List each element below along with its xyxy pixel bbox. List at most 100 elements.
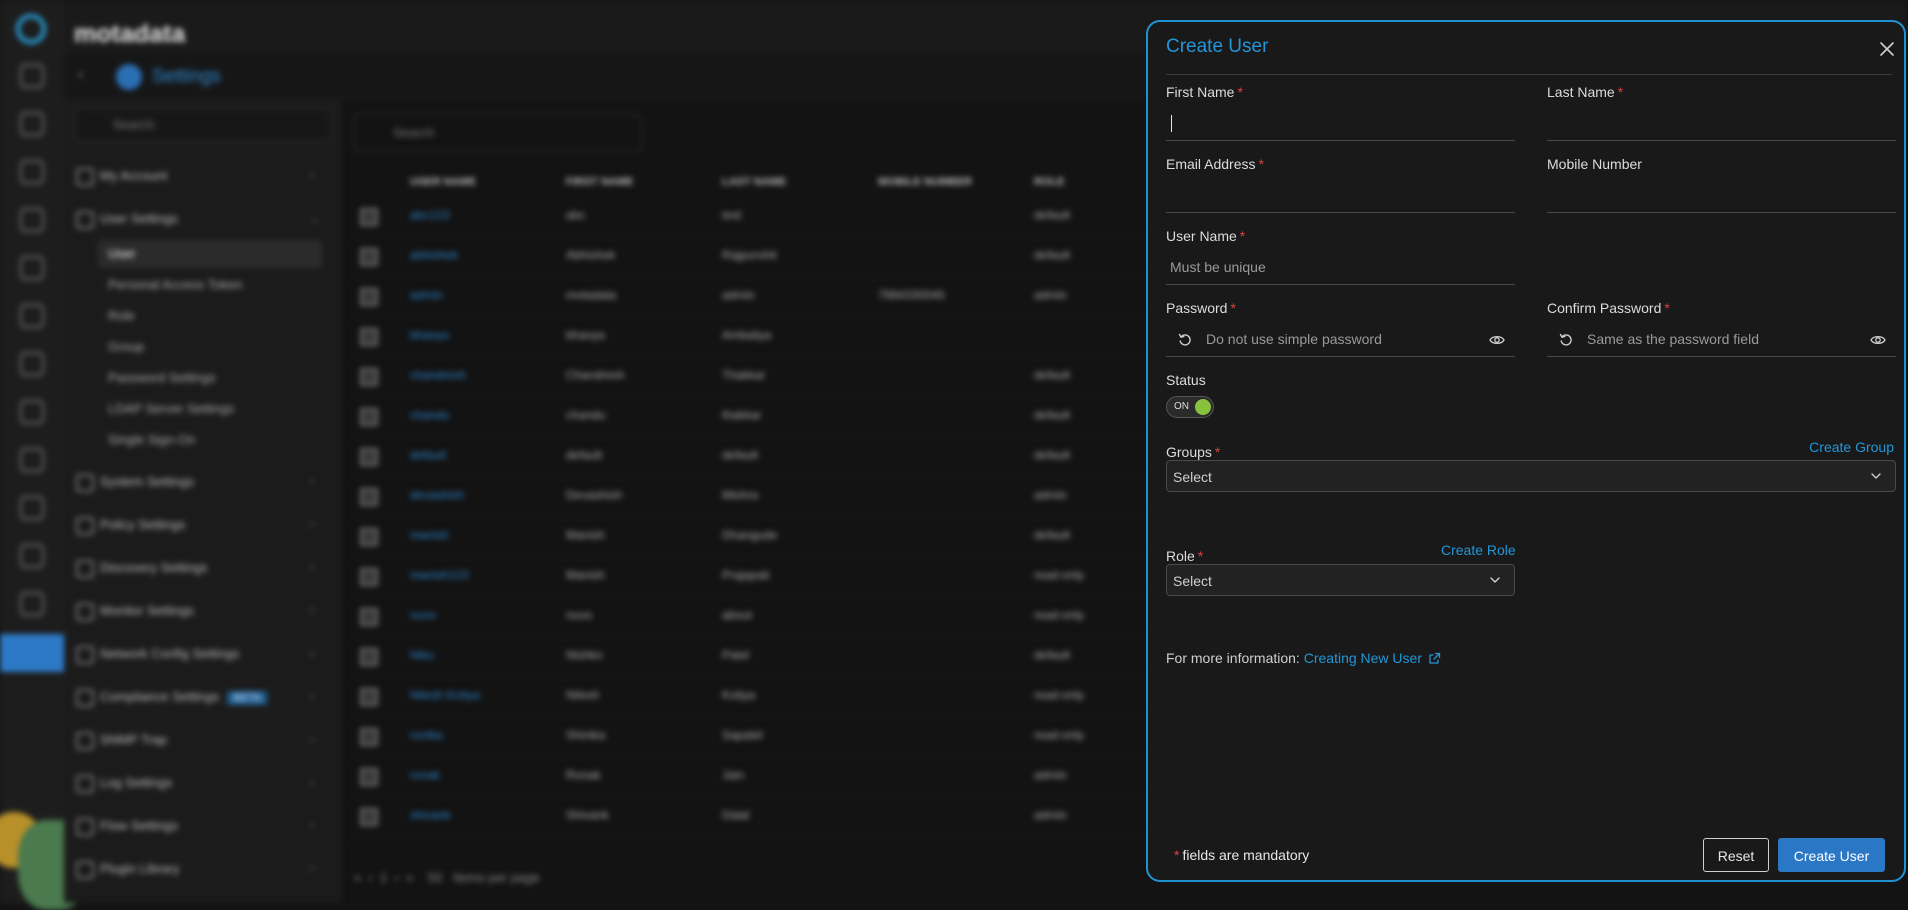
table-row[interactable]: devashish Devashish Mishra admin <box>354 476 1154 517</box>
row-checkbox[interactable] <box>360 728 378 746</box>
column-header[interactable]: MOBILE NUMBER <box>878 176 972 188</box>
table-cell[interactable]: shivank <box>410 808 451 822</box>
mobile-field[interactable] <box>1547 178 1896 213</box>
row-checkbox[interactable] <box>360 448 378 466</box>
flow-icon[interactable] <box>20 448 44 472</box>
table-row[interactable]: manish Manish Dhangude default <box>354 516 1154 557</box>
sidebar-item-flow-settings[interactable]: Flow Settings <box>100 818 178 833</box>
table-cell[interactable]: chandu <box>410 408 449 422</box>
email-input[interactable] <box>1166 178 1515 212</box>
table-row[interactable]: Nilesh Kotiya Nilesh Kotiya read-only <box>354 676 1154 717</box>
document-icon[interactable] <box>20 592 44 616</box>
creating-new-user-link[interactable]: Creating New User <box>1304 650 1441 666</box>
table-row[interactable]: default default default default <box>354 436 1154 477</box>
sidebar-item-user-settings[interactable]: User Settings <box>100 211 178 226</box>
report-icon[interactable] <box>20 256 44 280</box>
table-row[interactable]: abc123 abc test default <box>354 196 1154 237</box>
automation-icon[interactable] <box>20 496 44 520</box>
sidebar-subitem-sso[interactable]: Single Sign-On <box>108 432 195 447</box>
dashboard-icon[interactable] <box>20 64 44 88</box>
row-checkbox[interactable] <box>360 808 378 826</box>
row-checkbox[interactable] <box>360 768 378 786</box>
row-checkbox[interactable] <box>360 568 378 586</box>
row-checkbox[interactable] <box>360 528 378 546</box>
create-group-link[interactable]: Create Group <box>1809 439 1894 455</box>
last-name-field[interactable] <box>1547 106 1896 141</box>
table-cell[interactable]: manish <box>410 528 449 542</box>
table-cell[interactable]: nuvo <box>410 608 436 622</box>
close-icon[interactable] <box>1876 38 1898 60</box>
sidebar-item-discovery-settings[interactable]: Discovery Settings <box>100 560 208 575</box>
sidebar-subitem-role[interactable]: Role <box>108 308 135 323</box>
sidebar-subitem-group[interactable]: Group <box>108 339 144 354</box>
email-field[interactable] <box>1166 178 1515 213</box>
reset-button[interactable]: Reset <box>1703 838 1769 872</box>
table-row[interactable]: shivank Shivank Dalal admin <box>354 796 1154 837</box>
per-page-select[interactable]: 50 <box>428 870 442 885</box>
password-field[interactable] <box>1166 322 1515 357</box>
table-row[interactable]: abhishek Abhishek Rajpurohit default <box>354 236 1154 277</box>
table-cell[interactable]: ronika <box>410 728 443 742</box>
sidebar-item-log-settings[interactable]: Log Settings <box>100 775 172 790</box>
role-select[interactable]: Select <box>1166 564 1515 596</box>
hierarchy-icon[interactable] <box>20 400 44 424</box>
sidebar-item-network-config[interactable]: Network Config Settings <box>100 646 239 661</box>
metrics-icon[interactable] <box>20 160 44 184</box>
topology-icon[interactable] <box>20 208 44 232</box>
sidebar-item-plugin-library[interactable]: Plugin Library <box>100 861 180 876</box>
sidebar-subitem-password-settings[interactable]: Password Settings <box>108 370 216 385</box>
table-row[interactable]: admin motadata admin 7984330045 admin <box>354 276 1154 317</box>
row-checkbox[interactable] <box>360 368 378 386</box>
network-icon[interactable] <box>20 304 44 328</box>
username-field[interactable] <box>1166 250 1515 285</box>
sidebar-subitem-access-token[interactable]: Personal Access Token <box>108 277 242 292</box>
sidebar-subitem-ldap[interactable]: LDAP Server Settings <box>108 401 234 416</box>
table-cell[interactable]: admin <box>410 288 443 302</box>
create-user-button[interactable]: Create User <box>1778 838 1885 872</box>
first-name-input[interactable] <box>1166 106 1515 140</box>
table-row[interactable]: Niku Nishko Patel default <box>354 636 1154 677</box>
create-role-link[interactable]: Create Role <box>1441 542 1516 558</box>
sidebar-item-system-settings[interactable]: System Settings <box>100 474 194 489</box>
sidebar-search-input[interactable]: Search <box>74 108 332 142</box>
sidebar-item-policy-settings[interactable]: Policy Settings <box>100 517 185 532</box>
column-header[interactable]: LAST NAME <box>722 176 786 188</box>
table-cell[interactable]: devashish <box>410 488 464 502</box>
table-row[interactable]: chandresh Chandresh Thakkar default <box>354 356 1154 397</box>
table-row[interactable]: manish123 Manish Prajapati read-only <box>354 556 1154 597</box>
sidebar-item-snmp-trap[interactable]: SNMP Trap <box>100 732 167 747</box>
first-name-field[interactable] <box>1166 106 1515 141</box>
sidebar-item-monitor-settings[interactable]: Monitor Settings <box>100 603 194 618</box>
show-password-icon[interactable] <box>1489 333 1505 347</box>
table-row[interactable]: nuvo nuvo about read-only <box>354 596 1154 637</box>
confirm-password-field[interactable] <box>1547 322 1896 357</box>
row-checkbox[interactable] <box>360 488 378 506</box>
row-checkbox[interactable] <box>360 208 378 226</box>
settings-rail-item[interactable] <box>0 634 64 672</box>
password-input[interactable] <box>1166 322 1515 356</box>
sidebar-subitem-user[interactable]: User <box>108 246 135 261</box>
row-checkbox[interactable] <box>360 608 378 626</box>
row-checkbox[interactable] <box>360 328 378 346</box>
table-cell[interactable]: chandresh <box>410 368 466 382</box>
table-cell[interactable]: Nilesh Kotiya <box>410 688 480 702</box>
table-cell[interactable]: default <box>410 448 446 462</box>
table-cell[interactable]: Niku <box>410 648 434 662</box>
row-checkbox[interactable] <box>360 248 378 266</box>
reset-icon[interactable] <box>1178 333 1192 347</box>
column-header[interactable]: ROLE <box>1034 176 1065 188</box>
table-cell[interactable]: bhavya <box>410 328 449 342</box>
page-number[interactable]: 1 <box>380 870 387 885</box>
sidebar-item-compliance[interactable]: Compliance Settings BETA <box>100 689 268 705</box>
log-icon[interactable] <box>20 544 44 568</box>
back-icon[interactable]: ‹ <box>78 66 83 84</box>
alert-icon[interactable] <box>20 352 44 376</box>
table-row[interactable]: bhavya bhavya Ambaliya <box>354 316 1154 357</box>
table-cell[interactable]: abhishek <box>410 248 458 262</box>
table-cell[interactable]: abc123 <box>410 208 449 222</box>
last-name-input[interactable] <box>1547 106 1896 140</box>
groups-select[interactable]: Select <box>1166 460 1896 492</box>
table-cell[interactable]: ronak <box>410 768 440 782</box>
reset-icon[interactable] <box>1559 333 1573 347</box>
sidebar-item-my-account[interactable]: My Account <box>100 168 167 183</box>
